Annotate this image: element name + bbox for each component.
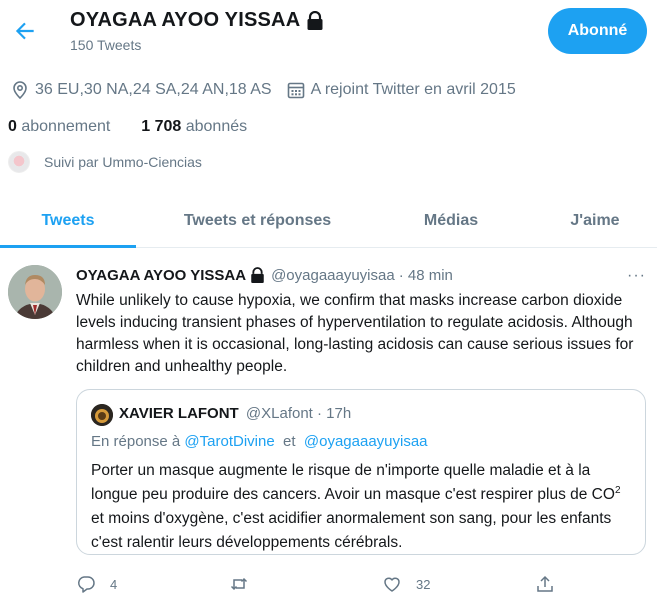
followed-by-text: Suivi par Ummo-Ciencias	[44, 154, 202, 170]
following-link[interactable]: 0 abonnement	[8, 118, 110, 135]
following-count: 0	[8, 118, 17, 135]
avatar[interactable]	[8, 265, 62, 319]
profile-location: 36 EU,30 NA,24 SA,24 AN,18 AS	[35, 81, 272, 98]
mention-link[interactable]: @oyagaaayuyisaa	[304, 433, 428, 450]
followers-label: abonnés	[185, 118, 248, 135]
reply-button[interactable]: 4	[76, 574, 117, 594]
quote-text: Porter un masque augmente le risque de n…	[91, 459, 636, 555]
tab-label: Tweets et réponses	[183, 211, 332, 229]
active-tab-indicator	[0, 245, 136, 248]
tweet-header: OYAGAA AYOO YISSAA @oyagaaayuyisaa · 48 …	[76, 267, 453, 284]
heart-icon	[384, 577, 400, 592]
quote-author-name: XAVIER LAFONT	[119, 405, 239, 422]
tab-tweets-replies[interactable]: Tweets et réponses	[150, 194, 365, 247]
following-button[interactable]: Abonné	[548, 8, 647, 54]
profile-header: OYAGAA AYOO YISSAA 150 Tweets Abonné	[0, 0, 657, 62]
tweet[interactable]: OYAGAA AYOO YISSAA @oyagaaayuyisaa · 48 …	[0, 250, 657, 599]
profile-meta: 36 EU,30 NA,24 SA,24 AN,18 AS A rejoint …	[10, 80, 516, 100]
tab-label: Médias	[423, 211, 479, 229]
reply-context: En réponse à @TarotDivine et @oyagaaayuy…	[91, 433, 428, 450]
reply-icon	[77, 576, 95, 593]
tab-tweets[interactable]: Tweets	[0, 194, 136, 247]
location-icon	[13, 81, 27, 100]
lock-icon	[307, 10, 323, 30]
quoted-tweet[interactable]: XAVIER LAFONT @XLafont · 17h En réponse …	[76, 389, 646, 555]
profile-tabs: Tweets Tweets et réponses Médias J'aime	[0, 194, 657, 248]
profile-joined: A rejoint Twitter en avril 2015	[310, 81, 516, 98]
retweet-icon	[230, 577, 248, 591]
reply-and: et	[283, 433, 296, 450]
followed-by[interactable]: Suivi par Ummo-Ciencias	[8, 151, 202, 173]
like-button[interactable]: 32	[382, 574, 430, 594]
tweet-count: 150 Tweets	[70, 37, 142, 53]
reply-prefix: En réponse à	[91, 433, 181, 450]
like-count: 32	[416, 576, 431, 592]
tab-label: Tweets	[41, 211, 95, 229]
followers-count: 1 708	[141, 118, 182, 135]
following-label: abonnement	[21, 118, 111, 135]
followers-link[interactable]: 1 708 abonnés	[141, 118, 247, 135]
tweet-author-handle[interactable]: @oyagaaayuyisaa	[271, 267, 395, 284]
follower-avatar	[8, 151, 30, 173]
tweet-author-name[interactable]: OYAGAA AYOO YISSAA	[76, 267, 246, 284]
share-button[interactable]	[535, 574, 555, 594]
retweet-button[interactable]	[229, 574, 263, 594]
subscript-2: 2	[614, 484, 621, 496]
tab-label: J'aime	[570, 211, 620, 229]
mention-link[interactable]: @TarotDivine	[184, 433, 274, 450]
tab-likes[interactable]: J'aime	[540, 194, 650, 247]
tweet-actions: 4 32	[0, 574, 657, 598]
tweet-timestamp[interactable]: · 48 min	[399, 267, 453, 284]
quote-text-part: Porter un masque augmente le risque de n…	[91, 462, 615, 503]
quote-header: XAVIER LAFONT @XLafont · 17h	[119, 405, 351, 422]
page-title: OYAGAA AYOO YISSAA	[70, 9, 324, 32]
reply-count: 4	[110, 576, 118, 592]
calendar-icon	[287, 82, 304, 99]
more-icon[interactable]: ···	[627, 267, 646, 285]
share-icon	[537, 575, 553, 592]
tab-media[interactable]: Médias	[395, 194, 507, 247]
follow-counts: 0 abonnement 1 708 abonnés	[8, 118, 247, 136]
arrow-left-icon[interactable]	[12, 18, 38, 44]
tweet-text: While unlikely to cause hypoxia, we conf…	[76, 292, 634, 375]
quote-text-part: et moins d'oxygène, c'est acidifier anor…	[91, 510, 612, 551]
profile-name: OYAGAA AYOO YISSAA	[70, 9, 301, 31]
lock-icon	[251, 267, 264, 283]
quote-author-handle: @XLafont · 17h	[245, 405, 352, 422]
quote-avatar	[91, 404, 113, 426]
